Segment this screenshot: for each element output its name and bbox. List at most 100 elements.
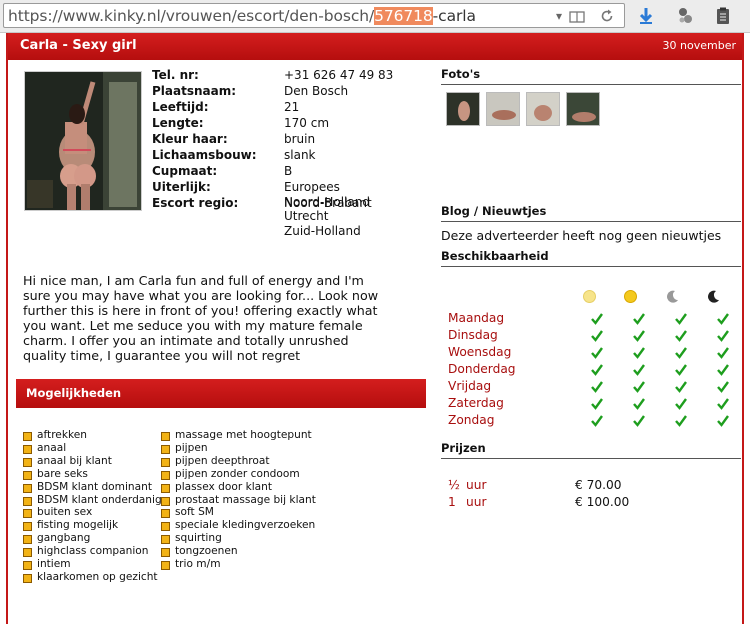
profile-details: Tel. nr: +31 626 47 49 83 Plaatsnaam: Den …: [152, 67, 432, 211]
divider: [441, 221, 741, 222]
day-label: Zaterdag: [448, 396, 504, 410]
browser-toolbar: https://www.kinky.nl/vrouwen/escort/den-…: [0, 0, 750, 33]
detail-row: Lengte: 170 cm: [152, 116, 330, 130]
available-check-icon: [717, 313, 729, 325]
service-item: pijpen zonder condoom: [161, 468, 316, 481]
available-check-icon: [633, 415, 645, 427]
day-label: Vrijdag: [448, 379, 492, 393]
service-item: fisting mogelijk: [23, 519, 162, 532]
available-check-icon: [633, 364, 645, 376]
prices-heading: Prijzen: [441, 441, 486, 455]
blog-heading: Blog / Nieuwtjes: [441, 204, 547, 218]
detail-row: Tel. nr: +31 626 47 49 83: [152, 68, 394, 82]
day-label: Zondag: [448, 413, 495, 427]
photo-thumbnail[interactable]: [526, 92, 560, 126]
service-item: gangbang: [23, 532, 162, 545]
service-item: pijpen deepthroat: [161, 455, 316, 468]
services-list-1: aftrekken anaal anaal bij klant bare seks BD…: [23, 429, 162, 584]
divider: [441, 458, 741, 459]
available-check-icon: [717, 381, 729, 393]
available-check-icon: [591, 364, 603, 376]
available-check-icon: [675, 313, 687, 325]
profile-description: Hi nice man, I am Carla fun and full of …: [23, 273, 379, 364]
download-icon[interactable]: [636, 6, 656, 26]
mogelijkheden-bar: Mogelijkheden: [16, 379, 426, 408]
price-qty: ½: [448, 478, 460, 492]
detail-row: Uiterlijk: Europees: [152, 180, 340, 194]
price-amount: € 100.00: [575, 495, 630, 509]
available-check-icon: [633, 313, 645, 325]
blog-text: Deze adverteerder heeft nog geen nieuwtj…: [441, 228, 722, 243]
evening-moon-icon: [667, 290, 678, 303]
available-check-icon: [591, 313, 603, 325]
morning-sun-icon: [583, 290, 596, 303]
url-highlight: 576718: [374, 7, 433, 25]
extensions-icon[interactable]: [675, 6, 695, 26]
service-item: pijpen: [161, 442, 316, 455]
divider: [441, 84, 741, 85]
available-check-icon: [675, 398, 687, 410]
service-item: squirting: [161, 532, 316, 545]
service-item: trio m/m: [161, 558, 316, 571]
service-item: intiem: [23, 558, 162, 571]
divider: [441, 266, 741, 267]
day-label: Maandag: [448, 311, 505, 325]
photo-thumbnail[interactable]: [566, 92, 600, 126]
service-item: speciale kledingverzoeken: [161, 519, 316, 532]
day-label: Donderdag: [448, 362, 516, 376]
photo-image: [25, 72, 141, 210]
services-list-2: massage met hoogtepunt pijpen pijpen deept…: [161, 429, 316, 571]
region-item: Utrecht: [284, 209, 329, 224]
mogelijkheden-heading: Mogelijkheden: [26, 386, 122, 400]
region-item: Noord-Holland: [284, 195, 370, 209]
service-item: tongzoenen: [161, 545, 316, 558]
dropdown-arrow-icon[interactable]: ▾: [551, 8, 567, 24]
price-qty: 1: [448, 495, 456, 509]
available-check-icon: [591, 415, 603, 427]
url-text[interactable]: https://www.kinky.nl/vrouwen/escort/den-…: [8, 7, 476, 25]
service-item: highclass companion: [23, 545, 162, 558]
region-item: Zuid-Holland: [284, 223, 361, 238]
profile-title: Carla - Sexy girl: [20, 38, 137, 53]
service-item: BDSM klant dominant: [23, 481, 162, 494]
available-check-icon: [717, 415, 729, 427]
day-label: Dinsdag: [448, 328, 498, 342]
available-check-icon: [633, 347, 645, 359]
photo-thumbnail[interactable]: [446, 92, 480, 126]
profile-date: 30 november: [662, 39, 736, 52]
fotos-heading: Foto's: [441, 67, 481, 81]
available-check-icon: [717, 347, 729, 359]
detail-row: Kleur haar: bruin: [152, 132, 316, 146]
available-check-icon: [675, 415, 687, 427]
available-check-icon: [591, 347, 603, 359]
service-item: bare seks: [23, 468, 162, 481]
available-check-icon: [633, 381, 645, 393]
service-item: BDSM klant onderdanig: [23, 494, 162, 507]
service-item: plassex door klant: [161, 481, 316, 494]
address-bar[interactable]: https://www.kinky.nl/vrouwen/escort/den-…: [3, 3, 625, 28]
service-item: anaal bij klant: [23, 455, 162, 468]
detail-row: Lichaamsbouw: slank: [152, 148, 316, 162]
available-check-icon: [675, 347, 687, 359]
service-item: klaarkomen op gezicht: [23, 571, 162, 584]
day-label: Woensdag: [448, 345, 512, 359]
price-amount: € 70.00: [575, 478, 622, 492]
escort-regions: Noord-Holland Utrecht Zuid-Holland: [284, 195, 370, 238]
available-check-icon: [591, 381, 603, 393]
service-item: prostaat massage bij klant: [161, 494, 316, 507]
detail-row: Plaatsnaam: Den Bosch: [152, 84, 349, 98]
availability-heading: Beschikbaarheid: [441, 249, 549, 263]
reload-icon[interactable]: [599, 8, 615, 24]
photo-thumbnail[interactable]: [486, 92, 520, 126]
clipboard-icon[interactable]: [713, 6, 733, 26]
available-check-icon: [633, 398, 645, 410]
main-photo[interactable]: [24, 71, 142, 211]
detail-row: Leeftijd: 21: [152, 100, 300, 114]
price-unit: uur: [466, 478, 487, 492]
service-item: aftrekken: [23, 429, 162, 442]
available-check-icon: [591, 330, 603, 342]
profile-titlebar: Carla - Sexy girl 30 november: [8, 33, 742, 60]
reader-view-icon[interactable]: [569, 9, 585, 25]
night-moon-icon: [708, 290, 719, 303]
service-item: anaal: [23, 442, 162, 455]
